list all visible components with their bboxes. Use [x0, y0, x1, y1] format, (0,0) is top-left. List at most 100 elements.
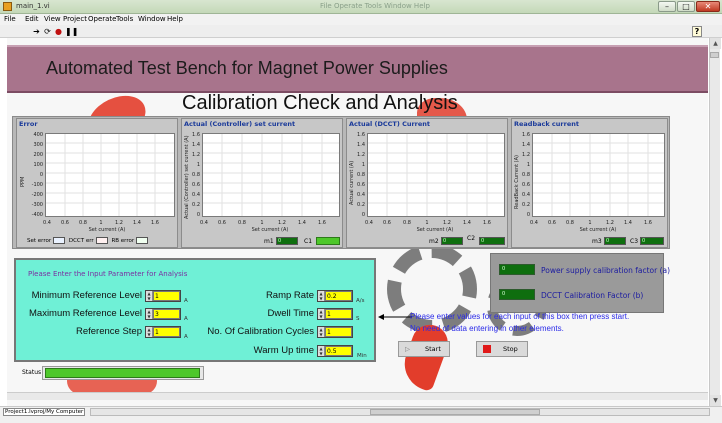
ytick: 0: [40, 172, 43, 178]
run-continuous-icon[interactable]: ⟳: [43, 27, 52, 36]
pause-icon[interactable]: ❚❚: [65, 27, 78, 36]
xtick: 0.8: [238, 220, 246, 226]
xtick: 0.4: [43, 220, 51, 226]
ytick: 200: [33, 152, 43, 158]
project-path[interactable]: Project1.lvproj/My Computer: [3, 408, 85, 416]
dwell-time-value[interactable]: 1: [325, 309, 352, 319]
x-axis-label: Set current (A): [89, 227, 126, 233]
min-ref-label: Minimum Reference Level: [31, 290, 142, 301]
xtick: 1.2: [443, 220, 451, 226]
start-button[interactable]: ▷ Start: [398, 341, 450, 357]
y-axis-label: Actual (Controller) set current (A): [184, 135, 190, 219]
cycles-value[interactable]: 1: [325, 327, 352, 337]
ytick: 0.2: [192, 202, 200, 208]
chart-controller-current[interactable]: Actual (Controller) set current 1.6 1.4 …: [181, 118, 343, 248]
ytick: 0.6: [522, 182, 530, 188]
legend[interactable]: Set error DCCT err RB error: [27, 237, 150, 244]
warmup-input[interactable]: ▲ ▼ 0.5: [317, 345, 353, 357]
max-ref-label: Maximum Reference Level: [29, 308, 142, 319]
minimize-button[interactable]: –: [658, 1, 676, 12]
dcct-factor-label: DCCT Calibration Factor (b): [541, 291, 644, 300]
chart-readback-current[interactable]: Readback current 1.6 1.4 1.2 1 0.8 0.6 0…: [511, 118, 668, 248]
xtick: 0.4: [200, 220, 208, 226]
menu-edit[interactable]: Edit: [25, 15, 39, 23]
app-icon: [3, 2, 12, 11]
chart-axes: 1.6 1.4 1.2 1 0.8 0.6 0.4 0.2 0 0.4 0.6 …: [357, 132, 504, 233]
spinner-arrows-icon[interactable]: ▲ ▼: [318, 327, 325, 337]
ramp-rate-label: Ramp Rate: [265, 290, 314, 301]
fit-value-m1: 0: [276, 237, 298, 245]
close-button[interactable]: ✕: [696, 1, 720, 12]
ytick: 0.6: [192, 182, 200, 188]
ytick: 1: [197, 162, 200, 168]
ytick: 1.2: [357, 152, 365, 158]
run-arrow-icon[interactable]: ➔: [32, 27, 41, 36]
spinner-arrows-icon[interactable]: ▲ ▼: [146, 309, 153, 319]
ytick: 1: [362, 162, 365, 168]
menu-bar: File Edit View Project Operate Tools Win…: [0, 14, 722, 25]
fit-value-c1: [316, 237, 340, 245]
scroll-up-icon[interactable]: ▲: [710, 38, 721, 49]
fit-label-m3: m3: [592, 238, 602, 245]
warmup-value[interactable]: 0.5: [325, 346, 352, 356]
spinner-arrows-icon[interactable]: ▲ ▼: [146, 327, 153, 337]
max-ref-input[interactable]: ▲ ▼ 3: [145, 308, 181, 320]
max-ref-value[interactable]: 3: [153, 309, 180, 319]
ramp-rate-input[interactable]: ▲ ▼ 0.2: [317, 290, 353, 302]
menu-view[interactable]: View: [44, 15, 61, 23]
xtick: 1.4: [624, 220, 632, 226]
stop-label: Stop: [503, 345, 518, 353]
ytick: 100: [33, 162, 43, 168]
spinner-arrows-icon[interactable]: ▲ ▼: [146, 291, 153, 301]
ytick: 1: [527, 162, 530, 168]
xtick: 1.6: [318, 220, 326, 226]
dwell-time-input[interactable]: ▲ ▼ 1: [317, 308, 353, 320]
panel-horizontal-scrollbar[interactable]: [7, 392, 708, 400]
fit-value-m2: 0: [441, 237, 463, 245]
min-ref-input[interactable]: ▲ ▼ 1: [145, 290, 181, 302]
scroll-down-icon[interactable]: ▼: [710, 395, 721, 406]
xtick: 1: [260, 220, 263, 226]
menu-operate[interactable]: Operate: [88, 15, 116, 23]
chart-error[interactable]: Error 400 300 200 100 0 -100 -200 -300 -…: [16, 118, 178, 248]
spinner-arrows-icon[interactable]: ▲ ▼: [318, 309, 325, 319]
vertical-scrollbar[interactable]: ▲ ▼: [709, 38, 721, 406]
fit-label-m2: m2: [429, 238, 439, 245]
chart-axes: 1.6 1.4 1.2 1 0.8 0.6 0.4 0.2 0 0.4 0.6 …: [192, 132, 339, 233]
cycles-input[interactable]: ▲ ▼ 1: [317, 326, 353, 338]
abort-icon[interactable]: ●: [54, 27, 63, 36]
arrow-left-icon: [378, 314, 412, 320]
chart-dcct-current[interactable]: Actual (DCCT) Current 1.6 1.4 1.2 1 0.8 …: [346, 118, 508, 248]
ref-step-label: Reference Step: [75, 326, 142, 337]
menu-window[interactable]: Window: [138, 15, 166, 23]
horizontal-scroll-thumb[interactable]: [370, 409, 540, 415]
ramp-rate-value[interactable]: 0.2: [325, 291, 352, 301]
ytick: 1.4: [357, 142, 365, 148]
window-titlebar: main_1.vi File Operate Tools Window Help…: [0, 0, 722, 14]
vertical-scroll-thumb[interactable]: [710, 52, 719, 58]
menu-project[interactable]: Project: [63, 15, 87, 23]
spinner-arrows-icon[interactable]: ▲ ▼: [318, 291, 325, 301]
ytick: 1.2: [522, 152, 530, 158]
menu-help[interactable]: Help: [167, 15, 183, 23]
ytick: -100: [32, 182, 43, 188]
xtick: 1.4: [463, 220, 471, 226]
spinner-arrows-icon[interactable]: ▲ ▼: [318, 346, 325, 356]
xtick: 0.8: [403, 220, 411, 226]
unit-label: A/s: [356, 298, 365, 304]
unit-label: S: [356, 316, 360, 322]
ytick: 400: [33, 132, 43, 138]
ytick: 0.8: [522, 172, 530, 178]
xtick: 1.6: [483, 220, 491, 226]
menu-file[interactable]: File: [4, 15, 16, 23]
context-help-icon[interactable]: ?: [692, 26, 702, 37]
menu-tools[interactable]: Tools: [116, 15, 133, 23]
ytick: 1.6: [357, 132, 365, 138]
window-title: main_1.vi: [16, 2, 50, 10]
min-ref-value[interactable]: 1: [153, 291, 180, 301]
xtick: 1.2: [606, 220, 614, 226]
x-axis-label: Set current (A): [252, 227, 289, 233]
stop-button[interactable]: Stop: [476, 341, 528, 357]
maximize-button[interactable]: □: [677, 1, 695, 12]
start-label: Start: [425, 345, 441, 353]
